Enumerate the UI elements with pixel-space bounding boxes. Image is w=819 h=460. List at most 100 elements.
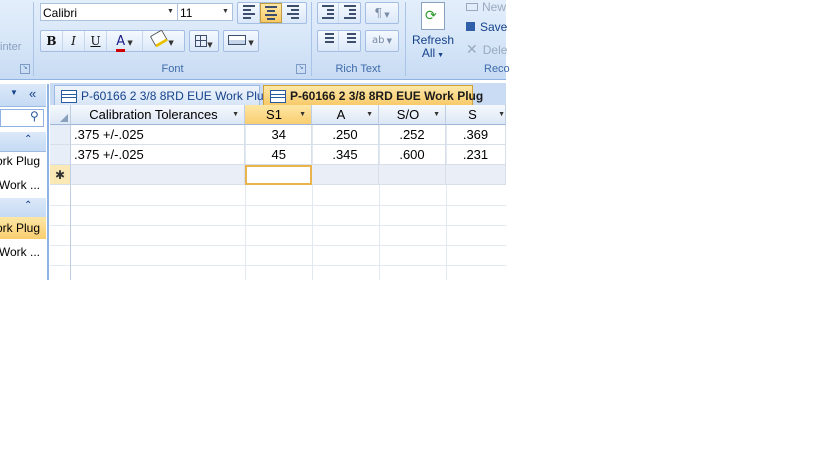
increase-indent-button[interactable] <box>339 3 360 23</box>
active-cell[interactable] <box>245 165 312 185</box>
collapse-group-icon[interactable]: ⌃ <box>24 134 32 145</box>
row-selector[interactable] <box>50 145 71 165</box>
column-header-s[interactable]: S ▼ <box>446 105 506 125</box>
column-header-s1[interactable]: S1 ▼ <box>245 105 312 125</box>
refresh-all-button[interactable]: ⟳ Refresh All ▼ <box>411 2 455 60</box>
nav-item[interactable]: Work ... <box>0 174 46 196</box>
bullet-list-icon <box>344 31 356 45</box>
text-highlight-button[interactable]: ab ▼ <box>366 31 398 51</box>
paragraph-icon: ¶ <box>374 6 383 20</box>
nav-item[interactable]: ork Plug <box>0 150 46 172</box>
delete-button[interactable]: ✕ Dele <box>466 41 507 58</box>
decrease-indent-icon <box>322 3 334 21</box>
new-record-button[interactable]: New <box>466 0 506 14</box>
new-record-cell[interactable] <box>446 165 506 185</box>
table-cell[interactable]: 45 <box>245 145 312 165</box>
table-cell[interactable]: .600 <box>379 145 446 165</box>
table-icon <box>270 90 286 103</box>
search-icon[interactable]: ⚲ <box>30 109 39 123</box>
navigation-pane: ▼ « ⚲ ⌃ ork Plug Work ... ⌃ ork Plug Wor… <box>0 84 49 280</box>
chevron-down-icon[interactable]: ▼ <box>498 105 505 125</box>
nav-item-selected[interactable]: ork Plug <box>0 217 46 239</box>
font-name-value: Calibri <box>43 6 78 20</box>
chevron-down-icon[interactable]: ▼ <box>384 37 392 45</box>
highlight-group: ab ▼ <box>365 30 399 52</box>
table-cell[interactable]: .369 <box>446 125 506 145</box>
align-right-button[interactable] <box>282 3 304 23</box>
alternate-row-color-button[interactable]: ▼ <box>224 31 258 51</box>
fill-color-button[interactable]: ▼ <box>143 29 183 51</box>
align-left-button[interactable] <box>238 3 260 23</box>
chevron-down-icon[interactable]: ▼ <box>246 39 253 47</box>
table-cell[interactable]: .252 <box>379 125 446 145</box>
chevron-down-icon[interactable]: ▼ <box>164 4 177 20</box>
alt-row-color-group: ▼ <box>223 30 259 52</box>
list-group <box>317 30 361 52</box>
collapse-pane-icon[interactable]: « <box>29 86 36 101</box>
bold-button[interactable]: B <box>41 31 63 51</box>
numbered-list-icon <box>322 31 334 45</box>
chevron-down-icon[interactable]: ▼ <box>299 105 306 125</box>
font-color-icon: A <box>116 34 126 52</box>
new-record-cell[interactable] <box>71 165 245 185</box>
gridlines-button[interactable]: ▼ <box>190 31 218 51</box>
table-cell[interactable]: .375 +/-.025 <box>71 145 245 165</box>
chevron-down-icon[interactable]: ▼ <box>382 11 389 19</box>
new-record-marker[interactable]: ✱ <box>50 165 71 185</box>
clipboard-launcher-icon[interactable]: ↘ <box>20 64 30 74</box>
chevron-down-icon[interactable]: ▼ <box>433 105 440 125</box>
chevron-down-icon[interactable]: ▼ <box>207 41 212 49</box>
tab-label: P-60166 2 3/8 8RD EUE Work Plug <box>290 89 484 103</box>
records-group-label: Reco <box>484 63 510 75</box>
align-right-icon <box>287 3 299 21</box>
chevron-down-icon[interactable]: ▼ <box>125 39 132 47</box>
table-cell[interactable]: .375 +/-.025 <box>71 125 245 145</box>
align-center-button[interactable] <box>260 3 282 23</box>
align-left-icon <box>242 3 255 21</box>
collapse-group-icon[interactable]: ⌃ <box>24 200 32 211</box>
tab-datasheet[interactable]: P-60166 2 3/8 8RD EUE Work Plug <box>263 85 483 106</box>
column-header-calibration-tolerances[interactable]: Calibration Tolerances ▼ <box>71 105 245 125</box>
rich-text-group-label: Rich Text <box>335 63 381 75</box>
nav-group-header[interactable]: ⌃ <box>0 198 46 218</box>
paragraph-direction-button[interactable]: ¶ ▼ <box>366 3 398 23</box>
chevron-down-icon[interactable]: ▼ <box>232 105 239 125</box>
save-button[interactable]: Save <box>466 20 507 34</box>
underline-button[interactable]: U <box>85 31 107 51</box>
indent-group <box>317 2 361 24</box>
format-painter-label[interactable]: inter <box>0 41 21 53</box>
column-header-a[interactable]: A ▼ <box>312 105 379 125</box>
refresh-sub-label: All ▼ <box>421 46 445 60</box>
font-size-value: 11 <box>180 6 193 20</box>
nav-group-header[interactable]: ⌃ <box>0 132 46 152</box>
nav-item[interactable]: Work ... <box>0 241 46 263</box>
chevron-down-icon[interactable]: ▼ <box>366 105 373 125</box>
font-style-group: B I U A ▼ ▼ <box>40 29 185 52</box>
new-record-cell[interactable] <box>379 165 446 185</box>
tab-form[interactable]: P-60166 2 3/8 8RD EUE Work Plug <box>54 85 270 106</box>
bullet-list-button[interactable] <box>339 31 360 51</box>
numbered-list-button[interactable] <box>318 31 340 51</box>
table-cell[interactable]: 34 <box>245 125 312 145</box>
refresh-icon: ⟳ <box>421 2 445 30</box>
table-cell[interactable]: .345 <box>312 145 379 165</box>
select-all-corner[interactable] <box>50 105 71 125</box>
font-color-button[interactable]: A ▼ <box>107 31 143 52</box>
decrease-indent-button[interactable] <box>318 3 340 23</box>
column-header-s-o[interactable]: S/O ▼ <box>379 105 446 125</box>
font-launcher-icon[interactable]: ↘ <box>296 64 306 74</box>
row-selector[interactable] <box>50 125 71 145</box>
alignment-group <box>237 2 307 24</box>
chevron-down-icon[interactable]: ▼ <box>219 4 232 20</box>
font-name-combo[interactable]: Calibri ▼ <box>40 3 178 21</box>
table-cell[interactable]: .250 <box>312 125 379 145</box>
chevron-down-icon[interactable]: ▼ <box>10 88 18 97</box>
new-record-cell[interactable] <box>312 165 379 185</box>
search-input[interactable]: ⚲ <box>0 109 44 127</box>
font-size-combo[interactable]: 11 ▼ <box>177 3 233 21</box>
italic-button[interactable]: I <box>63 31 85 51</box>
font-group-label: Font <box>161 63 184 75</box>
document-tab-bar: P-60166 2 3/8 8RD EUE Work Plug P-60166 … <box>50 83 506 106</box>
save-icon <box>466 22 475 31</box>
table-cell[interactable]: .231 <box>446 145 506 165</box>
